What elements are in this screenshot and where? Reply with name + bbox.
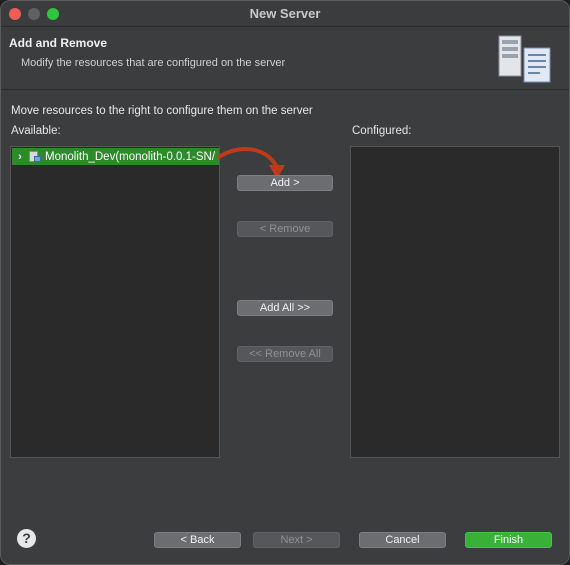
wizard-banner: Add and Remove Modify the resources that… bbox=[1, 28, 569, 90]
available-list[interactable]: › Monolith_Dev(monolith-0.0.1-SN/ bbox=[10, 146, 220, 458]
next-button[interactable]: Next > bbox=[253, 532, 340, 548]
cancel-button[interactable]: Cancel bbox=[359, 532, 446, 548]
dialog-footer: ? < Back Next > Cancel Finish bbox=[1, 511, 569, 564]
add-all-button[interactable]: Add All >> bbox=[237, 300, 333, 316]
available-list-item[interactable]: › Monolith_Dev(monolith-0.0.1-SN/ bbox=[12, 148, 219, 165]
remove-button[interactable]: < Remove bbox=[237, 221, 333, 237]
configured-label: Configured: bbox=[352, 125, 412, 137]
remove-all-button[interactable]: << Remove All bbox=[237, 346, 333, 362]
web-project-icon bbox=[28, 150, 42, 163]
page-subtitle: Modify the resources that are configured… bbox=[21, 57, 286, 69]
server-wizard-icon bbox=[498, 35, 551, 83]
page-title: Add and Remove bbox=[9, 36, 108, 50]
help-icon[interactable]: ? bbox=[17, 529, 36, 548]
window-title: New Server bbox=[249, 6, 321, 21]
add-button[interactable]: Add > bbox=[237, 175, 333, 191]
wizard-content: Move resources to the right to configure… bbox=[1, 91, 569, 511]
chevron-right-icon[interactable]: › bbox=[12, 151, 28, 163]
finish-button[interactable]: Finish bbox=[465, 532, 552, 548]
available-label: Available: bbox=[11, 125, 61, 137]
back-button[interactable]: < Back bbox=[154, 532, 241, 548]
instruction-text: Move resources to the right to configure… bbox=[11, 105, 313, 117]
new-server-dialog: New Server Add and Remove Modify the res… bbox=[0, 0, 570, 565]
title-bar[interactable]: New Server bbox=[1, 1, 569, 27]
available-item-label: Monolith_Dev(monolith-0.0.1-SN/ bbox=[45, 150, 216, 163]
configured-list[interactable] bbox=[350, 146, 560, 458]
